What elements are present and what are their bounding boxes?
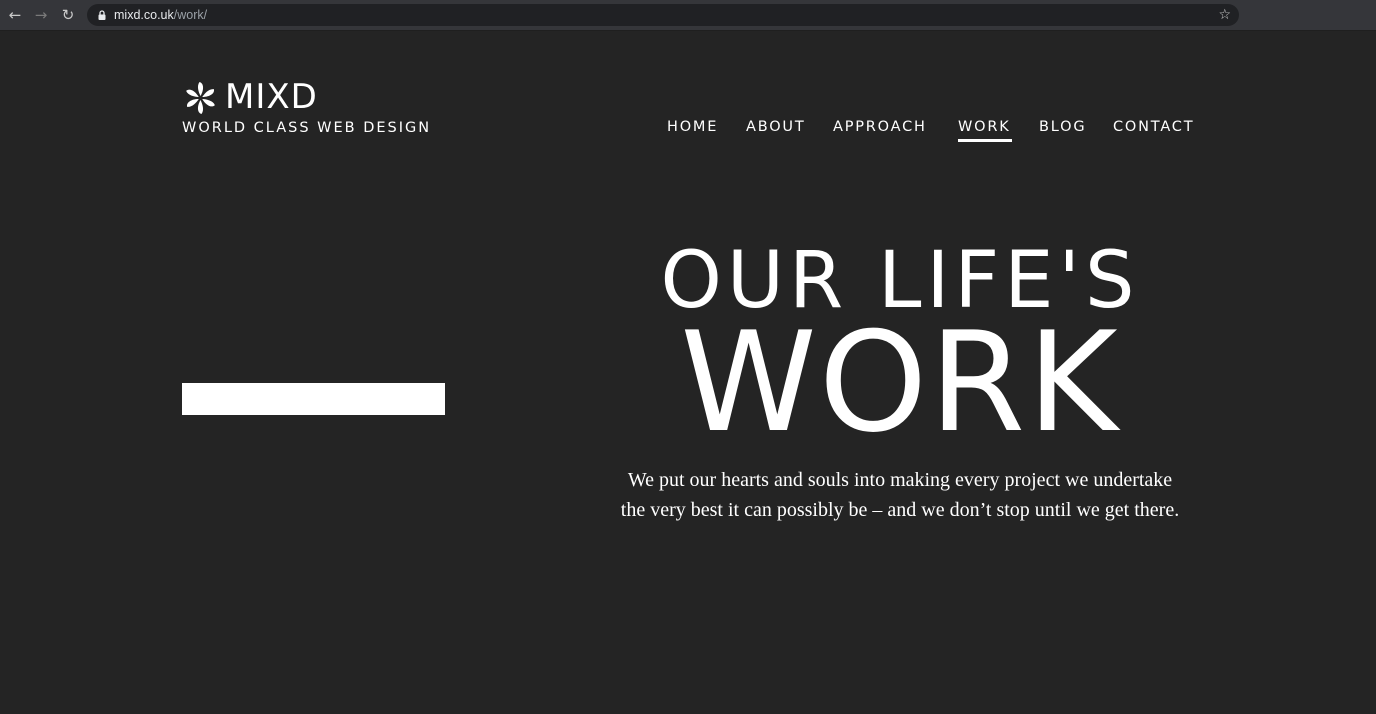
url-path: /work/ [173, 8, 208, 22]
address-url[interactable]: mixd.co.uk/work/ [114, 4, 207, 26]
pinwheel-logo-icon [186, 82, 215, 114]
back-arrow-icon[interactable]: ← [5, 5, 25, 25]
forward-arrow-icon[interactable]: → [31, 5, 51, 25]
nav-home[interactable]: HOME [667, 118, 718, 136]
bookmark-star-icon[interactable]: ☆ [1218, 4, 1231, 26]
nav-approach[interactable]: APPROACH [833, 118, 927, 136]
nav-blog[interactable]: BLOG [1039, 118, 1086, 136]
nav-contact[interactable]: CONTACT [1113, 118, 1194, 136]
hero-title-line2: WORK [680, 302, 1120, 463]
browser-toolbar: ← → ↻ mixd.co.uk/work/ ☆ [0, 0, 1376, 31]
hero-description: We put our hearts and souls into making … [620, 469, 1180, 521]
lock-icon [98, 10, 106, 20]
nav-about[interactable]: ABOUT [746, 118, 806, 136]
nav-work[interactable]: WORK [958, 118, 1012, 142]
address-bar[interactable]: mixd.co.uk/work/ ☆ [87, 4, 1239, 26]
site-tagline: WORLD CLASS WEB DESIGN [182, 120, 432, 136]
reload-icon[interactable]: ↻ [58, 5, 78, 25]
brand-wordmark: MIXD [225, 77, 318, 117]
url-domain: mixd.co.uk [114, 8, 174, 22]
decorative-bar [182, 383, 445, 415]
